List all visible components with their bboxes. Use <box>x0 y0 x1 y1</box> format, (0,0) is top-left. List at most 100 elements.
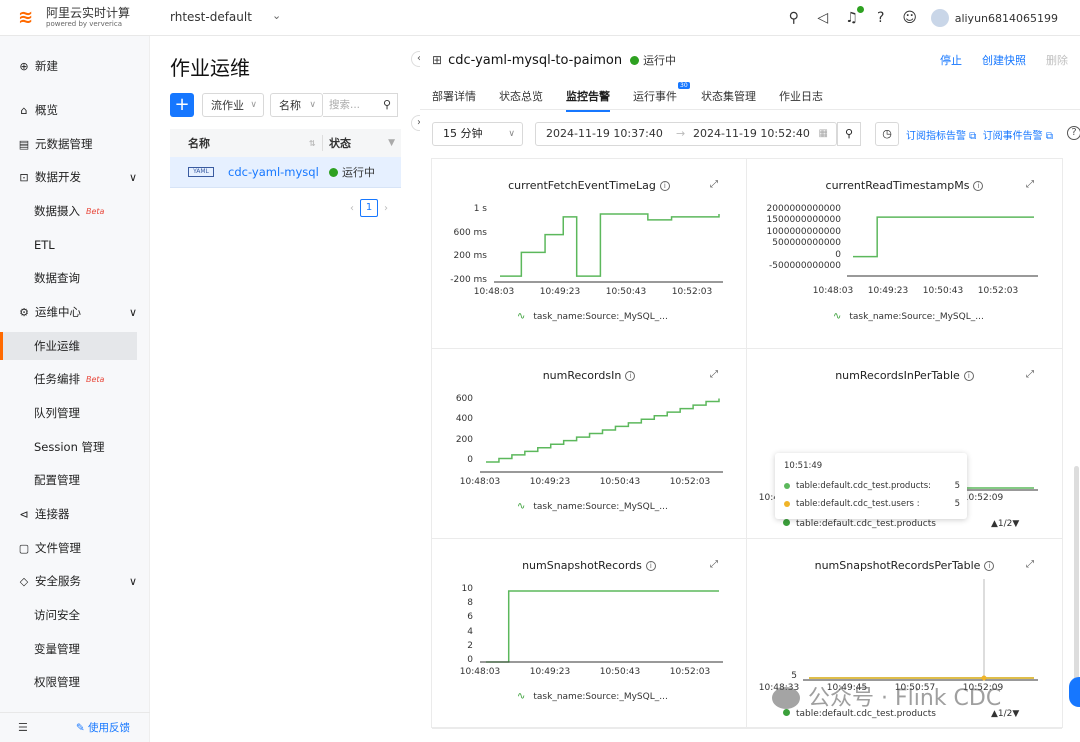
sidebar-item-label: 权限管理 <box>34 675 80 689</box>
events-count-badge: 30 <box>678 82 690 89</box>
date-range-picker[interactable]: 2024-11-19 10:37:40 → 2024-11-19 10:52:4… <box>535 122 837 146</box>
tab-status-overview[interactable]: 状态总览 <box>499 88 543 104</box>
filter-icon[interactable]: ▼ <box>388 138 395 148</box>
sidebar-item[interactable]: 变量管理 <box>0 635 137 663</box>
running-status-icon <box>329 167 338 177</box>
page-number[interactable]: 1 <box>360 199 378 217</box>
table-header: 名称 ⇅ 状态 ▼ <box>170 129 401 157</box>
robot-icon[interactable]: ☺ <box>902 10 918 26</box>
menu-fold-icon[interactable]: ☰ <box>18 721 28 734</box>
column-status: 状态 <box>329 137 351 150</box>
rocket-icon[interactable]: ⚲ <box>786 10 802 26</box>
chevron-down-icon[interactable]: ⌄ <box>272 9 281 22</box>
column-divider <box>322 135 323 151</box>
sidebar-item-label: 作业运维 <box>34 339 80 353</box>
sidebar-item[interactable]: ⊕ 新建 <box>0 52 137 80</box>
next-page-icon[interactable]: › <box>384 203 388 214</box>
search-field-select[interactable]: 名称 ∨ <box>270 93 323 117</box>
sidebar-item-label: 文件管理 <box>35 541 81 555</box>
sidebar-item[interactable]: ⌂ 概览 <box>0 96 137 124</box>
tab-deploy-detail[interactable]: 部署详情 <box>432 88 476 104</box>
sidebar-item[interactable]: 数据查询 <box>0 264 137 292</box>
sidebar-item[interactable]: ⚙ 运维中心 ∨ <box>0 298 137 326</box>
logo[interactable]: ≋ 阿里云实时计算 powered by ververica <box>18 6 130 29</box>
chevron-down-icon[interactable]: ∨ <box>129 171 137 184</box>
tab-monitoring[interactable]: 监控告警 <box>566 88 610 112</box>
running-status-icon <box>630 55 640 65</box>
add-job-button[interactable]: + <box>170 93 194 117</box>
create-snapshot-button[interactable]: 创建快照 <box>982 52 1026 68</box>
sort-icon[interactable]: ⇅ <box>309 139 316 148</box>
prev-page-icon[interactable]: ‹ <box>350 203 354 214</box>
history-icon[interactable]: ◷ <box>875 122 899 146</box>
search-field-value: 名称 <box>279 99 301 112</box>
floating-help-button[interactable] <box>1069 677 1080 707</box>
sidebar-item-label: 队列管理 <box>34 406 80 420</box>
workspace-selector[interactable]: rhtest-default <box>170 10 252 24</box>
tab-job-logs[interactable]: 作业日志 <box>779 88 823 104</box>
subscribe-metric-alert-link[interactable]: 订阅指标告警 ⧉ <box>906 131 976 142</box>
sidebar-item[interactable]: Session 管理 <box>0 433 137 461</box>
user-name[interactable]: aliyun6814065199 <box>955 12 1058 25</box>
delete-button[interactable]: 删除 <box>1046 52 1068 68</box>
search-button[interactable]: ⚲ <box>837 122 861 146</box>
sidebar-item[interactable]: 任务编排 Beta <box>0 365 137 393</box>
tooltip-row: table:default.cdc_test.users : 5 <box>784 499 960 509</box>
job-header: ⊞ cdc-yaml-mysql-to-paimon 运行中 <box>432 52 676 68</box>
job-type-select[interactable]: 流作业 ∨ <box>202 93 264 117</box>
job-name-link[interactable]: cdc-yaml-mysql-to-paimon <box>228 165 318 179</box>
sidebar-item-icon: ⚙ <box>19 305 29 319</box>
sidebar-item[interactable]: ▢ 文件管理 <box>0 534 137 562</box>
sidebar-item[interactable]: ⊡ 数据开发 ∨ <box>0 163 137 191</box>
help-icon[interactable]: ? <box>1067 126 1080 140</box>
sidebar-item[interactable]: ▤ 元数据管理 <box>0 130 137 158</box>
table-row[interactable]: YAML cdc-yaml-mysql-to-paimon 运行中 <box>170 157 401 188</box>
time-range-value: 15 分钟 <box>443 127 483 140</box>
sidebar-item[interactable]: 配置管理 <box>0 466 137 494</box>
sidebar-item[interactable]: ◇ 安全服务 ∨ <box>0 567 137 595</box>
tab-state-sets[interactable]: 状态集管理 <box>701 88 756 104</box>
tab-bar: 部署详情 状态总览 监控告警 运行事件 30 状态集管理 作业日志 <box>420 80 1080 112</box>
subscribe-metric-label: 订阅指标告警 <box>906 131 966 142</box>
sidebar-item[interactable]: 作业运维 <box>0 332 137 360</box>
feedback-label: 使用反馈 <box>88 722 130 734</box>
sidebar-item[interactable]: 权限管理 <box>0 668 137 696</box>
sidebar-item-label: 访问安全 <box>34 608 80 622</box>
scrollbar[interactable] <box>1074 466 1079 696</box>
chart-tooltip: 10:51:49 table:default.cdc_test.products… <box>775 453 967 519</box>
subscriptions: 订阅指标告警 ⧉ 订阅事件告警 ⧉ <box>906 127 1053 142</box>
sidebar-item[interactable]: ⊲ 连接器 <box>0 500 137 528</box>
chart-svg <box>480 398 723 473</box>
time-range-select[interactable]: 15 分钟 ∨ <box>432 122 523 146</box>
megaphone-icon[interactable]: ◁ <box>815 10 831 26</box>
sidebar-item[interactable]: 队列管理 <box>0 399 137 427</box>
bell-icon[interactable]: ♫ <box>844 5 865 26</box>
series-line <box>486 590 719 663</box>
start-time[interactable]: 2024-11-19 10:37:40 <box>546 123 663 145</box>
search-input[interactable]: 搜索... ⚲ <box>323 93 398 117</box>
series-dot <box>784 501 790 507</box>
chevron-down-icon[interactable]: ∨ <box>129 306 137 319</box>
end-time[interactable]: 2024-11-19 10:52:40 <box>693 123 810 145</box>
sidebar-item[interactable]: 访问安全 <box>0 601 137 629</box>
avatar[interactable] <box>930 9 949 27</box>
tab-events[interactable]: 运行事件 <box>633 88 677 104</box>
sidebar-item-icon: ▤ <box>18 137 30 151</box>
sidebar-footer: ☰ ✎ 使用反馈 <box>0 712 150 742</box>
sidebar-item-icon: ⊡ <box>19 170 29 184</box>
sidebar-item[interactable]: 数据摄入 Beta <box>0 197 137 225</box>
sidebar-item[interactable]: ETL <box>0 231 137 259</box>
top-bar: ≋ 阿里云实时计算 powered by ververica rhtest-de… <box>0 0 1080 36</box>
chevron-down-icon[interactable]: ∨ <box>129 575 137 588</box>
help-icon[interactable]: ? <box>873 10 889 26</box>
feedback-link[interactable]: ✎ 使用反馈 <box>76 720 130 735</box>
pagination: ‹ 1 › <box>350 199 388 217</box>
job-type-value: 流作业 <box>211 99 244 112</box>
subscribe-event-alert-link[interactable]: 订阅事件告警 ⧉ <box>983 131 1053 142</box>
tooltip-value: 5 <box>954 481 960 491</box>
app-title: 阿里云实时计算 <box>46 6 131 20</box>
search-icon[interactable]: ⚲ <box>383 94 391 116</box>
sidebar-item-label: 连接器 <box>35 507 70 521</box>
stop-button[interactable]: 停止 <box>940 52 962 68</box>
job-detail-panel: ⊞ cdc-yaml-mysql-to-paimon 运行中 停止 创建快照 删… <box>420 36 1080 742</box>
